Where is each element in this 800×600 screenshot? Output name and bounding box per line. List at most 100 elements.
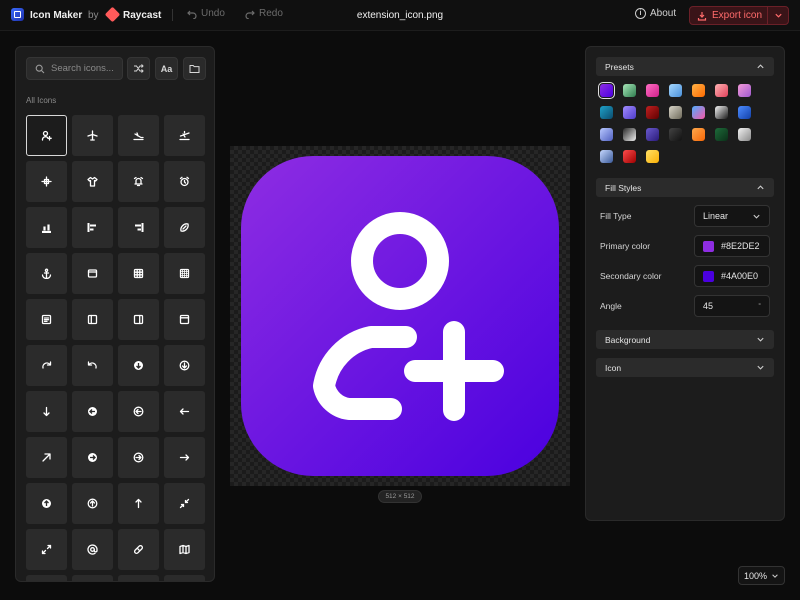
icon-cell[interactable] [164,437,205,478]
arrow-up-circle-filled-icon [42,499,51,508]
primary-color-swatch[interactable] [703,240,714,252]
secondary-color-input[interactable]: #4A00E0 [694,265,770,287]
icon-cell[interactable] [26,207,67,248]
icon-cell[interactable] [118,483,159,524]
icon-cell[interactable] [164,207,205,248]
icon-cell[interactable] [118,299,159,340]
primary-color-input[interactable]: #8E2DE2 [694,235,770,257]
icon-cell[interactable] [26,529,67,570]
icon-cell[interactable] [164,253,205,294]
icon-cell[interactable] [72,207,113,248]
icon-cell[interactable] [26,345,67,386]
preset-swatch[interactable] [738,128,751,141]
icon-cell[interactable] [118,161,159,202]
icon-cell[interactable] [164,529,205,570]
preset-swatch[interactable] [715,128,728,141]
icon-cell[interactable] [118,115,159,156]
folder-button[interactable] [183,57,206,80]
fill-styles-section-header[interactable]: Fill Styles [596,178,774,197]
redo-button[interactable]: Redo [245,8,283,19]
preset-swatch[interactable] [669,128,682,141]
preset-swatch[interactable] [669,106,682,119]
preset-swatch[interactable] [669,84,682,97]
icon-cell[interactable] [72,437,113,478]
icon-cell[interactable] [72,483,113,524]
preset-swatch[interactable] [738,106,751,119]
icon-cell[interactable] [164,575,205,581]
brand-name[interactable]: Raycast [123,10,161,21]
preset-swatch[interactable] [692,84,705,97]
icon-cell[interactable] [26,299,67,340]
icon-cell[interactable] [26,161,67,202]
preset-swatch[interactable] [600,150,613,163]
icon-cell[interactable] [72,345,113,386]
preset-swatch[interactable] [738,84,751,97]
preset-swatch[interactable] [715,106,728,119]
icon-cell[interactable] [26,437,67,478]
arrow-down-circle-icon [179,360,190,371]
undo-button[interactable]: Undo [187,8,225,19]
preset-swatch[interactable] [600,128,613,141]
icon-cell[interactable] [72,161,113,202]
icon-section-header[interactable]: Icon [596,358,774,377]
search-box[interactable] [26,57,123,80]
icon-cell[interactable] [118,575,159,581]
icon-cell[interactable] [72,529,113,570]
preset-swatch[interactable] [598,82,615,99]
preset-swatch[interactable] [623,128,636,141]
about-button[interactable]: i About [635,8,676,19]
icon-cell[interactable] [26,391,67,432]
angle-input[interactable]: 45 ° [694,295,770,317]
arrow-down-circle-filled-icon [134,361,143,370]
preset-swatch[interactable] [692,128,705,141]
preset-swatch[interactable] [646,128,659,141]
icon-cell[interactable] [164,299,205,340]
preset-swatch[interactable] [646,84,659,97]
icon-cell[interactable] [26,483,67,524]
preset-swatch[interactable] [692,106,705,119]
icon-cell[interactable] [72,299,113,340]
icon-cell[interactable] [118,391,159,432]
arrow-right-icon [179,454,190,461]
preset-swatch[interactable] [623,150,636,163]
icon-cell[interactable] [72,575,113,581]
fill-type-select[interactable]: Linear [694,205,770,227]
preset-swatch[interactable] [646,106,659,119]
icon-cell[interactable] [118,253,159,294]
zoom-select[interactable]: 100% [738,566,785,585]
canvas-size-badge: 512 × 512 [378,490,422,503]
search-input[interactable] [51,63,121,74]
chevron-down-icon [757,365,764,370]
icon-cell[interactable] [26,575,67,581]
shuffle-button[interactable] [127,57,150,80]
icon-cell[interactable] [72,253,113,294]
icon-cell[interactable] [164,161,205,202]
icon-cell[interactable] [118,437,159,478]
font-toggle-button[interactable]: Aa [155,57,178,80]
icon-cell[interactable] [118,345,159,386]
secondary-color-swatch[interactable] [703,270,714,282]
icon-cell[interactable] [164,115,205,156]
export-options-button[interactable] [768,11,788,20]
preset-swatch[interactable] [623,84,636,97]
preset-swatch[interactable] [715,84,728,97]
icon-cell[interactable] [26,115,67,156]
icon-cell[interactable] [164,483,205,524]
icon-cell[interactable] [72,115,113,156]
redo-icon [245,10,255,19]
icon-cell[interactable] [164,345,205,386]
icon-cell[interactable] [118,529,159,570]
presets-section-header[interactable]: Presets [596,57,774,76]
preset-swatch[interactable] [623,106,636,119]
export-icon-button[interactable]: Export icon [690,7,767,24]
icon-cell[interactable] [118,207,159,248]
preset-swatch[interactable] [646,150,659,163]
background-section-header[interactable]: Background [596,330,774,349]
icon-cell[interactable] [26,253,67,294]
map-icon [179,544,190,555]
search-icon [35,64,45,73]
at-sign-icon [87,544,98,555]
preset-swatch[interactable] [600,106,613,119]
icon-cell[interactable] [72,391,113,432]
icon-cell[interactable] [164,391,205,432]
